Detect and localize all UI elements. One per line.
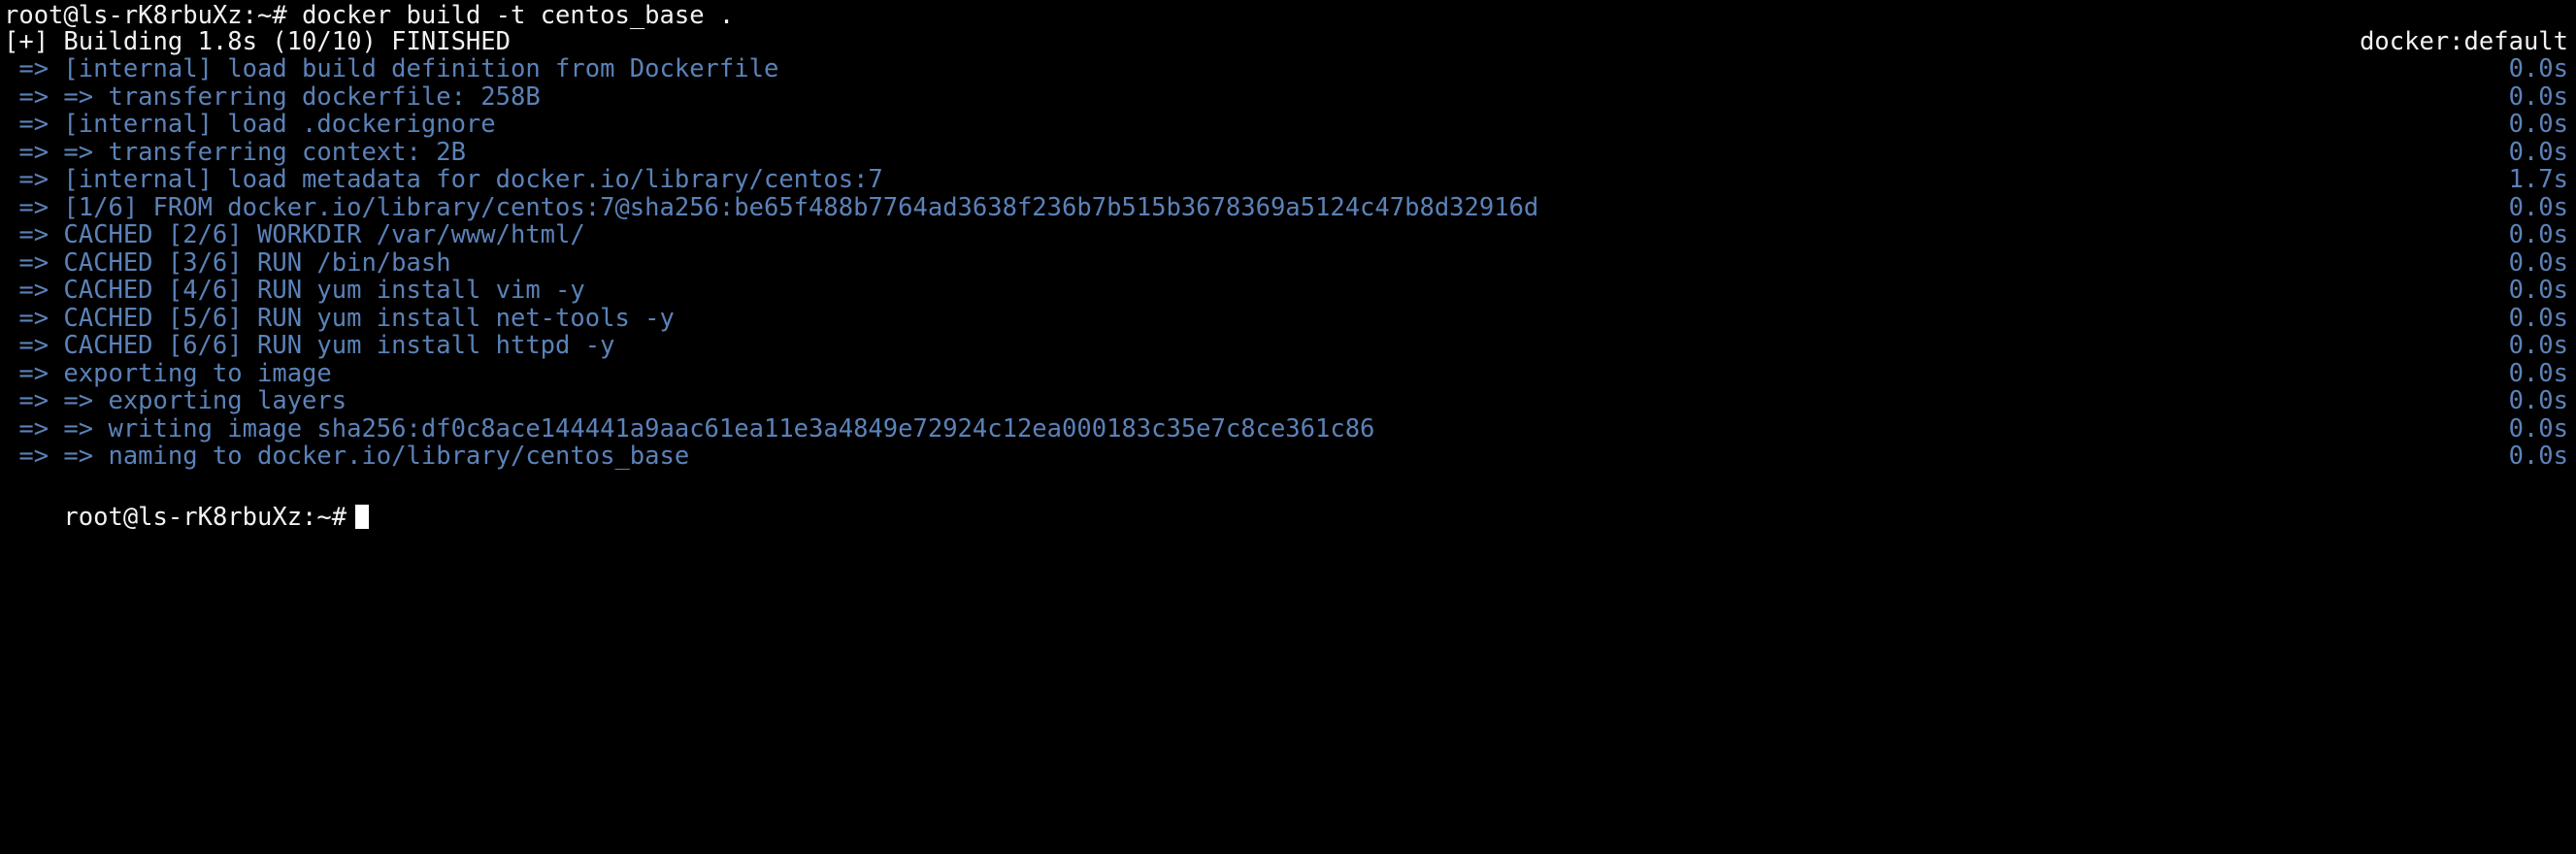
build-step-row: => [internal] load build definition from… (0, 55, 2576, 83)
build-step-row: => [1/6] FROM docker.io/library/centos:7… (0, 192, 2576, 222)
build-step-duration: 0.0s (2508, 358, 2568, 388)
build-summary-text: [+] Building 1.8s (10/10) FINISHED (4, 26, 511, 56)
build-step-duration: 0.0s (2508, 276, 2568, 305)
build-step-text: => => naming to docker.io/library/centos… (4, 442, 690, 471)
build-step-row: => exporting to image 0.0s (0, 358, 2576, 388)
build-step-duration: 0.0s (2508, 54, 2568, 83)
build-step-duration: 0.0s (2508, 247, 2568, 278)
build-step-text: => => writing image sha256:df0c8ace14444… (4, 413, 1375, 443)
build-step-row: => CACHED [3/6] RUN /bin/bash 0.0s (0, 247, 2576, 278)
build-step-row: => CACHED [4/6] RUN yum install vim -y 0.… (0, 277, 2576, 305)
build-step-row: => CACHED [5/6] RUN yum install net-tool… (0, 303, 2576, 333)
build-step-row: => [internal] load metadata for docker.i… (0, 166, 2576, 194)
build-step-duration: 0.0s (2508, 82, 2568, 112)
build-summary-line: [+] Building 1.8s (10/10) FINISHED docke… (0, 26, 2576, 56)
build-step-text: => CACHED [2/6] WORKDIR /var/www/html/ (4, 220, 585, 249)
final-prompt-line[interactable]: root@ls-rK8rbuXz:~# (0, 471, 2576, 532)
build-step-text: => CACHED [3/6] RUN /bin/bash (4, 247, 451, 278)
build-step-row: => => transferring dockerfile: 258B 0.0s (0, 82, 2576, 112)
build-step-row: => => naming to docker.io/library/centos… (0, 443, 2576, 471)
build-step-row: => => exporting layers 0.0s (0, 387, 2576, 415)
build-steps-list: => [internal] load build definition from… (0, 55, 2576, 471)
build-step-duration: 0.0s (2508, 413, 2568, 443)
build-step-text: => CACHED [5/6] RUN yum install net-tool… (4, 303, 675, 333)
block-cursor (355, 504, 370, 529)
build-step-duration: 0.0s (2508, 137, 2568, 167)
build-step-row: => => writing image sha256:df0c8ace14444… (0, 413, 2576, 443)
build-step-row: => CACHED [2/6] WORKDIR /var/www/html/0.… (0, 221, 2576, 249)
build-step-text: => [internal] load metadata for docker.i… (4, 165, 883, 194)
command-text: docker build -t centos_base . (302, 1, 735, 30)
build-driver-label: docker:default (2360, 26, 2568, 56)
build-step-duration: 0.0s (2508, 192, 2568, 222)
build-step-duration: 0.0s (2508, 386, 2568, 415)
build-step-text: => => transferring dockerfile: 258B (4, 82, 541, 112)
build-step-text: => CACHED [4/6] RUN yum install vim -y (4, 276, 585, 305)
shell-prompt: root@ls-rK8rbuXz:~# (4, 1, 287, 30)
build-step-text: => [internal] load build definition from… (4, 54, 779, 83)
build-step-row: => => transferring context: 2B 0.0s (0, 137, 2576, 167)
build-step-text: => CACHED [6/6] RUN yum install httpd -y (4, 331, 615, 360)
build-step-text: => [1/6] FROM docker.io/library/centos:7… (4, 192, 1539, 222)
command-line: root@ls-rK8rbuXz:~# docker build -t cent… (0, 0, 2576, 30)
build-step-row: => [internal] load .dockerignore 0.0s (0, 111, 2576, 139)
build-step-text: => exporting to image (4, 358, 332, 388)
build-step-duration: 1.7s (2508, 165, 2568, 194)
build-step-text: => => exporting layers (4, 386, 347, 415)
build-step-duration: 0.0s (2508, 220, 2568, 249)
build-step-duration: 0.0s (2508, 110, 2568, 139)
build-step-duration: 0.0s (2508, 331, 2568, 360)
command-separator (287, 2, 302, 30)
build-step-text: => [internal] load .dockerignore (4, 110, 496, 139)
final-shell-prompt: root@ls-rK8rbuXz:~# (63, 502, 347, 532)
terminal-window[interactable]: root@ls-rK8rbuXz:~# docker build -t cent… (0, 0, 2576, 854)
build-step-row: => CACHED [6/6] RUN yum install httpd -y… (0, 332, 2576, 360)
build-step-duration: 0.0s (2508, 442, 2568, 471)
build-step-text: => => transferring context: 2B (4, 137, 466, 167)
build-step-duration: 0.0s (2508, 303, 2568, 333)
